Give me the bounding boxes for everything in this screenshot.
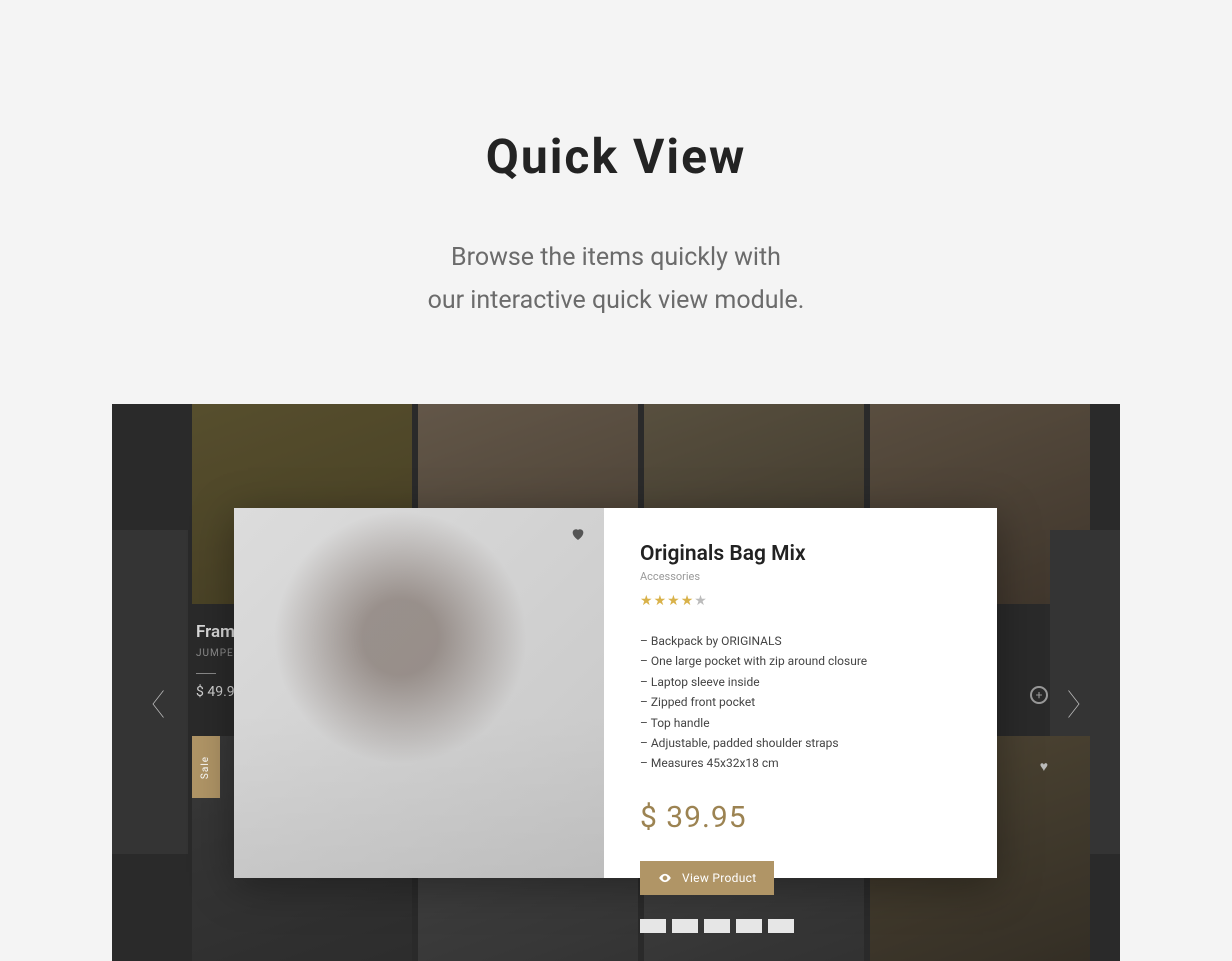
- divider: [196, 673, 216, 674]
- star-icon: ★: [654, 593, 668, 609]
- quick-view-modal: Originals Bag Mix Accessories ★★★★★ – Ba…: [234, 508, 997, 878]
- subtitle-line-1: Browse the items quickly with: [451, 243, 781, 272]
- sale-badge: Sale: [192, 736, 220, 798]
- star-icon: ★: [667, 593, 681, 609]
- feature-line: – One large pocket with zip around closu…: [640, 651, 961, 671]
- wishlist-button[interactable]: [570, 526, 586, 546]
- demo-stage: Frame JUMPERS $ 49.95 Sale + ♥ Originals…: [112, 404, 1120, 961]
- carousel-prev-button[interactable]: [148, 684, 170, 724]
- add-icon[interactable]: +: [1030, 686, 1048, 704]
- carousel-next-button[interactable]: [1062, 684, 1084, 724]
- star-icon: ★: [694, 593, 708, 609]
- product-features: – Backpack by ORIGINALS – One large pock…: [640, 631, 961, 774]
- wishlist-icon[interactable]: ♥: [1040, 758, 1048, 775]
- product-rating: ★★★★★: [640, 593, 961, 609]
- eye-icon: [658, 871, 672, 885]
- view-product-button[interactable]: View Product: [640, 861, 774, 895]
- share-button[interactable]: [640, 919, 666, 933]
- star-icon: ★: [681, 593, 695, 609]
- feature-line: – Backpack by ORIGINALS: [640, 631, 961, 651]
- product-category: Accessories: [640, 570, 961, 583]
- feature-line: – Top handle: [640, 713, 961, 733]
- page-subtitle: Browse the items quickly with our intera…: [0, 237, 1232, 322]
- feature-line: – Adjustable, padded shoulder straps: [640, 733, 961, 753]
- feature-line: – Laptop sleeve inside: [640, 672, 961, 692]
- chevron-left-icon: [150, 687, 168, 721]
- share-button[interactable]: [736, 919, 762, 933]
- subtitle-line-2: our interactive quick view module.: [428, 286, 805, 315]
- share-button[interactable]: [704, 919, 730, 933]
- view-product-label: View Product: [682, 871, 756, 885]
- product-price: $ 39.95: [640, 800, 961, 835]
- share-buttons: [640, 919, 961, 933]
- heart-icon: [570, 526, 586, 542]
- feature-line: – Measures 45x32x18 cm: [640, 753, 961, 773]
- share-button[interactable]: [768, 919, 794, 933]
- product-image: [234, 508, 604, 878]
- chevron-right-icon: [1064, 687, 1082, 721]
- star-icon: ★: [640, 593, 654, 609]
- share-button[interactable]: [672, 919, 698, 933]
- feature-line: – Zipped front pocket: [640, 692, 961, 712]
- product-title: Originals Bag Mix: [640, 542, 961, 566]
- page-title: Quick View: [0, 128, 1232, 185]
